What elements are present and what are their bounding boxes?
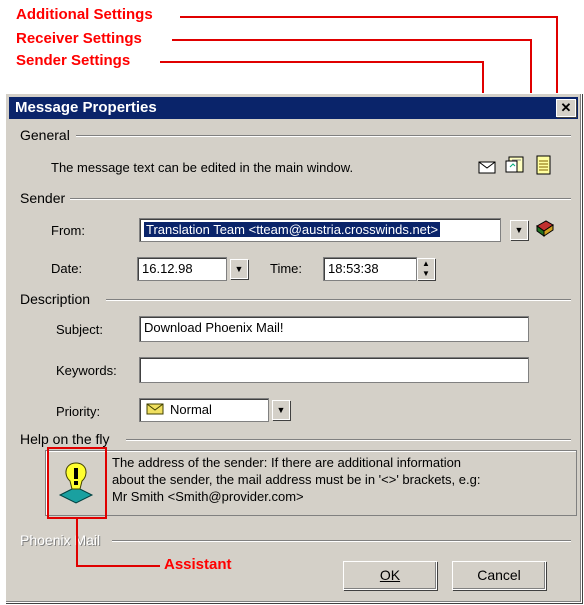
address-book-button[interactable] <box>534 218 556 240</box>
date-value: 16.12.98 <box>142 261 193 276</box>
additional-settings-button[interactable] <box>532 154 554 176</box>
group-help-label: Help on the fly <box>20 431 110 447</box>
cancel-button[interactable]: Cancel <box>452 561 546 590</box>
assistant-highlight-box <box>47 447 107 519</box>
group-description-label: Description <box>20 291 91 307</box>
divider <box>106 299 571 301</box>
leader-line <box>172 39 532 41</box>
leader-line <box>76 565 160 567</box>
leader-line <box>180 16 558 18</box>
divider <box>126 439 571 441</box>
priority-mail-icon-wrap <box>145 400 165 418</box>
address-book-icon <box>536 220 554 237</box>
callout-receiver-settings: Receiver Settings <box>16 30 142 47</box>
window-title: Message Properties <box>15 99 157 116</box>
receiver-settings-button[interactable] <box>504 154 526 176</box>
general-info-text: The message text can be edited in the ma… <box>51 160 354 175</box>
time-field[interactable]: 18:53:38 <box>323 257 417 281</box>
callout-additional-settings: Additional Settings <box>16 6 153 23</box>
divider <box>112 540 571 542</box>
subject-label: Subject: <box>56 322 103 337</box>
from-dropdown-button[interactable]: ▼ <box>510 220 528 240</box>
from-select[interactable]: Translation Team <tteam@austria.crosswin… <box>139 218 501 242</box>
help-text: The address of the sender: If there are … <box>112 454 572 505</box>
help-line: The address of the sender: If there are … <box>112 455 462 470</box>
divider <box>70 198 571 200</box>
group-sender-label: Sender <box>20 190 66 206</box>
leader-line <box>160 61 484 63</box>
time-spin-button[interactable]: ▲ ▼ <box>417 258 435 280</box>
envelope-icon <box>146 403 164 415</box>
close-button[interactable]: ✕ <box>556 99 576 117</box>
help-box: The address of the sender: If there are … <box>45 450 577 516</box>
help-line: Mr Smith <Smith@provider.com> <box>112 489 304 504</box>
date-field[interactable]: 16.12.98 <box>137 257 227 281</box>
keywords-input[interactable] <box>139 357 529 383</box>
divider <box>76 135 571 137</box>
time-value: 18:53:38 <box>328 261 379 276</box>
leader-line <box>76 518 78 566</box>
subject-input[interactable]: Download Phoenix Mail! <box>139 316 529 342</box>
document-icon <box>536 155 551 175</box>
priority-label: Priority: <box>56 404 101 419</box>
address-card-icon <box>505 156 524 173</box>
envelope-icon <box>478 161 496 174</box>
sender-settings-button[interactable] <box>476 156 498 178</box>
callout-sender-settings: Sender Settings <box>16 52 131 69</box>
from-label: From: <box>51 223 85 238</box>
ok-button[interactable]: OK <box>343 561 437 590</box>
group-general-label: General <box>20 127 70 143</box>
keywords-label: Keywords: <box>56 363 117 378</box>
from-value: Translation Team <tteam@austria.crosswin… <box>144 222 441 237</box>
date-label: Date: <box>51 261 83 276</box>
time-label: Time: <box>270 261 303 276</box>
subject-value: Download Phoenix Mail! <box>144 320 284 335</box>
priority-dropdown-button[interactable]: ▼ <box>272 400 290 420</box>
ok-label: OK <box>379 567 401 583</box>
date-dropdown-button[interactable]: ▼ <box>230 259 248 279</box>
group-phoenix-mail-label: Phoenix Mail <box>20 532 101 548</box>
callout-assistant: Assistant <box>164 556 232 573</box>
message-properties-dialog: Message Properties ✕ General The message… <box>5 93 582 603</box>
title-bar: Message Properties ✕ <box>9 97 578 119</box>
cancel-label: Cancel <box>477 567 521 583</box>
priority-value: Normal <box>170 402 212 417</box>
help-line: about the sender, the mail address must … <box>112 472 481 487</box>
